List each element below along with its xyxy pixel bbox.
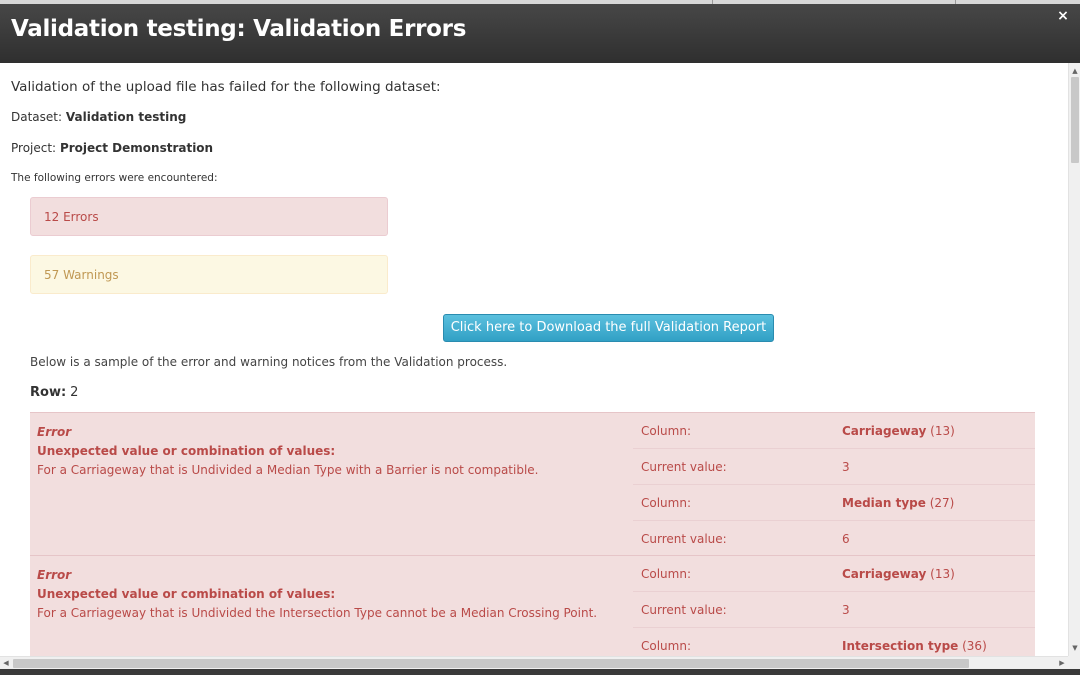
notice-cell-row: Column: Intersection type (36) [633,628,1035,656]
notice-heading: Unexpected value or combination of value… [37,444,336,458]
notice-cell-row: Current value: 3 [633,592,1035,628]
cell-value: Median type (27) [842,496,954,510]
cell-value-suffix: (27) [925,496,955,510]
notice-message: For a Carriageway that is Undivided a Me… [37,463,539,477]
notice-description: Error Unexpected value or combination of… [37,423,627,480]
notice-cell-row: Column: Carriageway (13) [633,413,1035,449]
notice-cell-row: Current value: 6 [633,521,1035,557]
modal-header: Validation testing: Validation Errors × [0,4,1080,63]
cell-key: Column: [641,496,691,510]
row-number: 2 [70,385,79,400]
notice-message: For a Carriageway that is Undivided the … [37,606,598,620]
row-heading: Row: 2 [30,385,78,400]
dataset-value: Validation testing [65,110,187,124]
cell-value-main: Carriageway [842,567,927,581]
cell-value-main: Median type [842,496,926,510]
cell-value: Intersection type (36) [842,639,987,653]
cell-value-main: Intersection type [842,639,959,653]
cell-key: Current value: [641,603,727,617]
cell-value-main: Carriageway [842,424,927,438]
cell-value: Carriageway (13) [842,424,955,438]
cell-value: 3 [842,603,850,617]
horizontal-scroll-thumb[interactable] [13,659,969,668]
cell-value-main: 6 [842,532,850,546]
scrollbar-corner [1068,656,1080,669]
modal-body: Validation of the upload file has failed… [0,63,1068,656]
modal-title: Validation testing: Validation Errors [11,16,467,42]
cell-key: Current value: [641,460,727,474]
cell-value-suffix: (13) [926,424,955,438]
errors-intro: The following errors were encountered: [11,172,218,184]
row-label: Row: [30,385,67,400]
cell-value-main: 3 [842,460,850,474]
warning-count-alert: 57 Warnings [30,255,388,294]
project-label: Project: [11,141,57,155]
sample-description: Below is a sample of the error and warni… [30,355,508,369]
dataset-line: Dataset: Validation testing [11,110,186,124]
cell-value: 3 [842,460,850,474]
scroll-up-icon[interactable]: ▲ [1069,65,1080,77]
bottom-bar [0,669,1080,675]
error-count-alert: 12 Errors [30,197,388,236]
notices-table: Error Unexpected value or combination of… [30,412,1035,656]
project-value: Project Demonstration [59,141,214,155]
notice-cell-row: Current value: 3 [633,449,1035,485]
cell-key: Column: [641,424,691,438]
notice-group: Error Unexpected value or combination of… [30,555,1035,656]
cell-value-suffix: (13) [926,567,955,581]
notice-type: Error [37,568,72,582]
vertical-scroll-thumb[interactable] [1071,77,1079,163]
horizontal-scrollbar[interactable]: ◀ ▶ [0,656,1068,669]
notice-heading: Unexpected value or combination of value… [37,587,336,601]
cell-value: 6 [842,532,850,546]
notice-description: Error Unexpected value or combination of… [37,566,627,623]
lead-text: Validation of the upload file has failed… [11,79,441,95]
notice-cell-row: Column: Carriageway (13) [633,556,1035,592]
close-icon[interactable]: × [1056,9,1070,23]
cell-key: Column: [641,567,691,581]
vertical-scrollbar[interactable]: ▲ ▼ [1068,63,1080,656]
download-report-button[interactable]: Click here to Download the full Validati… [443,314,774,342]
scroll-down-icon[interactable]: ▼ [1069,642,1080,654]
notice-cell-row: Column: Median type (27) [633,485,1035,521]
cell-key: Column: [641,639,691,653]
cell-value-suffix: (36) [958,639,987,653]
dataset-label: Dataset: [11,110,63,124]
project-line: Project: Project Demonstration [11,141,213,155]
cell-key: Current value: [641,532,727,546]
cell-value: Carriageway (13) [842,567,955,581]
notice-group: Error Unexpected value or combination of… [30,412,1035,555]
notice-type: Error [37,425,72,439]
cell-value-main: 3 [842,603,850,617]
